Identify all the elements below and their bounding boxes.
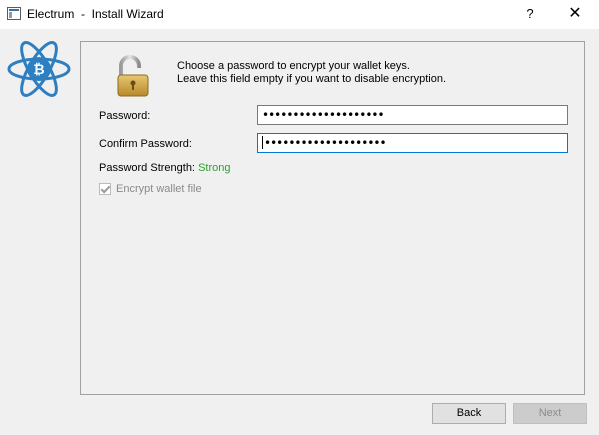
instruction-text: Choose a password to encrypt your wallet… [177, 60, 446, 86]
password-panel: Choose a password to encrypt your wallet… [80, 41, 585, 395]
help-button[interactable]: ? [519, 4, 541, 24]
confirm-password-field-value: •••••••••••••••••••• [264, 136, 387, 150]
electrum-logo-icon: ₿ [7, 41, 71, 97]
password-field-value: •••••••••••••••••••• [262, 108, 385, 122]
back-button[interactable]: Back [432, 403, 506, 424]
password-strength-value: Strong [198, 162, 231, 174]
encrypt-wallet-label: Encrypt wallet file [116, 183, 202, 195]
password-strength: Password Strength: Strong [99, 162, 230, 174]
window-title: Electrum - Install Wizard [27, 7, 164, 21]
next-button[interactable]: Next [513, 403, 587, 424]
electrum-app-icon [7, 7, 21, 20]
install-wizard-window: Electrum - Install Wizard ? ✕ ₿ Choose a… [0, 0, 599, 435]
title-bar: Electrum - Install Wizard ? ✕ [0, 0, 599, 29]
close-button[interactable]: ✕ [564, 4, 586, 24]
confirm-password-field[interactable]: •••••••••••••••••••• [257, 133, 568, 153]
encrypt-wallet-checkbox[interactable] [99, 183, 111, 195]
instruction-line-2: Leave this field empty if you want to di… [177, 73, 447, 85]
password-label: Password: [99, 110, 151, 122]
padlock-icon [117, 55, 149, 97]
password-field[interactable]: •••••••••••••••••••• [257, 105, 568, 125]
password-strength-label: Password Strength: [99, 162, 195, 174]
encrypt-wallet-option[interactable]: Encrypt wallet file [99, 183, 202, 195]
instruction-line-1: Choose a password to encrypt your wallet… [177, 60, 410, 72]
confirm-password-label: Confirm Password: [99, 138, 192, 150]
text-caret [262, 136, 263, 149]
svg-text:₿: ₿ [33, 62, 44, 78]
